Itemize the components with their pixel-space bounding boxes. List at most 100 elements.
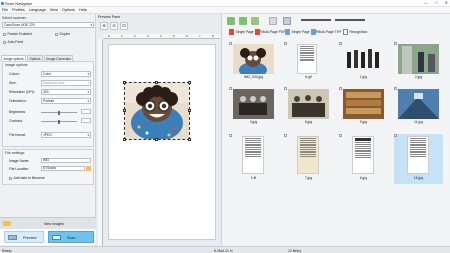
menu-help[interactable]: Help [79,8,87,12]
crop-handle[interactable] [123,81,126,84]
thumbnail[interactable]: 9.jpg [339,87,388,129]
contrast-slider[interactable] [41,119,77,124]
crop-handle[interactable] [123,109,126,112]
image-options-heading: Image options [5,63,28,67]
crop-handle[interactable] [188,109,191,112]
thumbnail-selected[interactable]: 16.jpg [394,134,443,184]
size-slider[interactable] [335,19,365,21]
contrast-knob[interactable] [58,119,60,124]
scanner-settings-panel: Select scanner: CanoScan LiDE 220 ▾ Feed… [0,14,96,246]
thumbnail-checkbox[interactable] [394,42,397,45]
size-value: Maximum size [43,81,65,85]
scanner-value: CanoScan LiDE 220 [4,23,35,27]
brightness-value-field[interactable] [81,109,91,114]
crop-frame[interactable] [124,82,190,140]
brightness-knob[interactable] [58,110,60,115]
menu-view[interactable]: View [50,8,58,12]
title-bar: Scan Navigator — □ ✕ [0,0,450,7]
rotate-icon[interactable] [251,17,259,25]
zoom-fit-icon[interactable]: ⊡ [120,22,128,30]
zoom-slider[interactable] [301,19,331,21]
status-text: Ready [2,248,12,253]
file-settings-group: File settings: Image Name: IMG File Loca… [2,149,94,185]
thumbnail-image [288,89,329,119]
new-images-button[interactable]: New images [0,217,96,229]
thumbnail[interactable]: 11.jpg [394,87,443,129]
add-folder-icon[interactable] [239,17,247,25]
thumbnail-label: IMG_003.jpg [243,75,264,79]
select-all-icon[interactable] [269,17,277,25]
colors-select[interactable]: Color ▾ [41,71,91,77]
resolution-select[interactable]: 300 ▾ [41,89,91,95]
feeder-enabled-checkbox[interactable]: Feeder Enabled [3,32,32,36]
thumbnail-checkbox[interactable] [229,42,232,45]
chevron-down-icon: ▾ [90,23,92,27]
thumbnail[interactable]: 1.tif [229,134,278,184]
thumbnail[interactable]: 6.jpg [284,87,333,129]
menu-file[interactable]: File [2,8,8,12]
maximize-button[interactable]: □ [435,0,437,5]
thumbnail[interactable]: 1.jpg [339,42,388,84]
printer-icon[interactable] [283,17,291,25]
zoom-out-icon[interactable]: ⊖ [110,22,118,30]
thumbnail[interactable]: 2.jpg [394,42,443,84]
menu-options[interactable]: Options [62,8,75,12]
image-name-input[interactable]: IMG [41,158,91,163]
add-date-checkbox[interactable]: Add date to filename [9,176,45,180]
thumbnail-checkbox[interactable] [394,87,397,90]
preview-toolbar: ⊕ ⊖ ⊡ [96,20,222,32]
preview-pane: Preview Pane ⊕ ⊖ ⊡ 0 1 2 3 4 5 6 7 8 [96,14,222,247]
multi-page-pdf-button[interactable]: Multi-Page PDF [255,28,285,36]
thumbnail[interactable]: 3.jpg [229,87,278,129]
multi-page-tiff-button[interactable]: Multi-Page TIFF [311,28,342,36]
preview-button[interactable]: Preview [4,231,44,243]
orientation-select[interactable]: Portrait ▾ [41,98,91,104]
thumbnail[interactable]: 6.gif [284,42,333,84]
file-format-select[interactable]: JPEG ▾ [41,132,91,138]
thumbnail-checkbox[interactable] [229,87,232,90]
thumbnail-image [352,136,374,174]
crop-handle[interactable] [123,138,126,141]
auto-feed-checkbox[interactable]: Auto Feed [3,40,23,44]
thumbnail-checkbox[interactable] [339,87,342,90]
zoom-in-icon[interactable]: ⊕ [100,22,108,30]
file-location-input[interactable]: D:\Scans [41,166,85,171]
close-button[interactable]: ✕ [445,0,448,5]
size-select[interactable]: Maximum size ▾ [41,80,91,86]
scan-button[interactable]: Scan [48,231,94,243]
add-image-icon[interactable] [227,17,235,25]
minimize-button[interactable]: — [424,0,428,5]
thumbnail-checkbox[interactable] [284,42,287,45]
crop-handle[interactable] [188,138,191,141]
thumbnail[interactable]: 6.jpg [339,134,388,184]
duplex-checkbox[interactable]: Duplex [55,32,70,36]
orientation-value: Portrait [43,99,54,103]
thumbnail-label: 6.jpg [359,176,368,180]
brightness-slider[interactable] [41,110,77,115]
contrast-value-field[interactable] [81,118,91,123]
thumbnail-checkbox[interactable] [339,42,342,45]
folder-icon[interactable] [86,166,91,171]
recognition-button[interactable]: Recognition [343,28,367,36]
thumbnail-checkbox[interactable] [339,134,342,137]
scanner-select[interactable]: CanoScan LiDE 220 ▾ [2,22,94,28]
menu-profiles[interactable]: Profiles [12,8,25,12]
crop-handle[interactable] [155,81,158,84]
scan-canvas[interactable] [108,44,216,240]
thumbnail-checkbox[interactable] [284,87,287,90]
crop-handle[interactable] [188,81,191,84]
images-panel: Single Page PDF Multi-Page PDF Single Pa… [223,14,450,246]
thumbnail[interactable]: 7.jpg [284,134,333,184]
thumbnail[interactable]: IMG_003.jpg [229,42,278,84]
thumbnail-checkbox[interactable] [229,134,232,137]
crop-handle[interactable] [155,138,158,141]
thumbnail-checkbox[interactable] [394,134,397,137]
thumbnail-checkbox[interactable] [284,134,287,137]
colors-value: Color [43,72,52,76]
duplex-label: Duplex [59,32,71,36]
brightness-label: Brightness: [9,110,26,114]
menu-language[interactable]: Language [29,8,46,12]
chevron-down-icon: ▾ [87,99,89,103]
horizontal-ruler: 0 1 2 3 4 5 6 7 8 [104,34,220,39]
scanner-icon [52,235,61,240]
